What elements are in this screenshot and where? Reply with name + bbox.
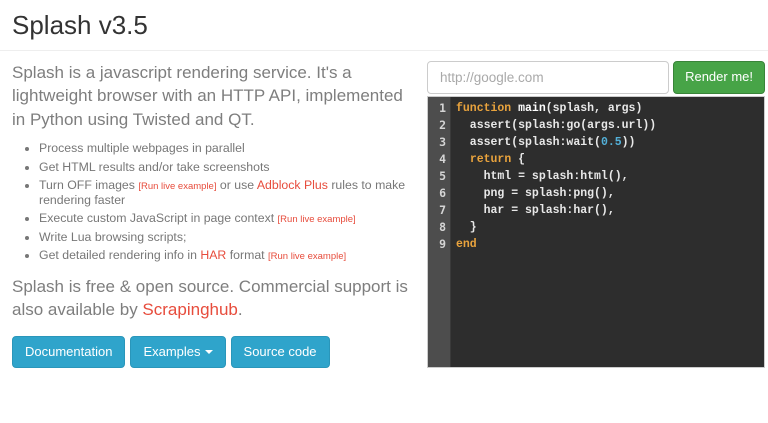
code-token-pl: {	[511, 153, 525, 166]
code-line[interactable]: html = splash:html(),	[456, 168, 764, 185]
text-span: .	[238, 300, 243, 319]
inline-link[interactable]: HAR	[200, 248, 226, 262]
action-buttons: Documentation Examples Source code	[12, 336, 415, 368]
documentation-button-label: Documentation	[25, 344, 112, 359]
intro-lead: Splash is a javascript rendering service…	[12, 61, 415, 131]
code-token-kw: function	[456, 102, 511, 115]
feature-list-item: Write Lua browsing scripts;	[39, 230, 415, 245]
line-number: 7	[431, 202, 446, 219]
code-token-pl: html = splash:html(),	[456, 170, 629, 183]
editor-code-area[interactable]: function main(splash, args) assert(splas…	[451, 97, 764, 367]
intro-column: Splash is a javascript rendering service…	[12, 61, 415, 368]
render-form: Render me!	[427, 61, 765, 94]
code-line[interactable]: png = splash:png(),	[456, 185, 764, 202]
feature-list: Process multiple webpages in parallel Get…	[12, 141, 415, 263]
code-line[interactable]: har = splash:har(),	[456, 202, 764, 219]
text-span: Process multiple webpages in parallel	[39, 141, 245, 155]
text-span: Write Lua browsing scripts;	[39, 230, 186, 244]
line-number: 2	[431, 117, 446, 134]
line-number: 8	[431, 219, 446, 236]
code-token-pl: png = splash:png(),	[456, 187, 615, 200]
render-button[interactable]: Render me!	[673, 61, 765, 94]
examples-dropdown-button[interactable]: Examples	[130, 336, 225, 368]
code-token-pl: assert(splash:wait(	[456, 136, 601, 149]
feature-list-item: Execute custom JavaScript in page contex…	[39, 211, 415, 226]
code-line[interactable]: }	[456, 219, 764, 236]
render-column: Render me! 123456789 function main(splas…	[427, 61, 765, 368]
code-token-pl: }	[456, 221, 477, 234]
code-line[interactable]: function main(splash, args)	[456, 100, 764, 117]
source-code-button-label: Source code	[244, 344, 317, 359]
feature-list-item: Process multiple webpages in parallel	[39, 141, 415, 156]
url-input[interactable]	[427, 61, 669, 94]
line-number: 9	[431, 236, 446, 253]
text-span: Execute custom JavaScript in page contex…	[39, 211, 278, 225]
code-token-pl	[456, 153, 470, 166]
run-live-example-link[interactable]: [Run live example]	[138, 181, 216, 192]
lua-code-editor[interactable]: 123456789 function main(splash, args) as…	[427, 96, 765, 368]
caret-down-icon	[205, 350, 213, 354]
code-token-num: 0.5	[601, 136, 622, 149]
main-columns: Splash is a javascript rendering service…	[12, 61, 765, 368]
text-span: format	[226, 248, 268, 262]
text-span: Turn OFF images	[39, 178, 138, 192]
code-line[interactable]: assert(splash:wait(0.5))	[456, 134, 764, 151]
code-token-kw: end	[456, 238, 477, 251]
line-number: 6	[431, 185, 446, 202]
run-live-example-link[interactable]: [Run live example]	[268, 251, 346, 262]
feature-list-item: Turn OFF images [Run live example] or us…	[39, 178, 415, 208]
feature-list-item: Get HTML results and/or take screenshots	[39, 160, 415, 175]
line-number: 1	[431, 100, 446, 117]
documentation-button[interactable]: Documentation	[12, 336, 125, 368]
code-token-pl: assert(splash:go(args.url))	[456, 119, 656, 132]
text-span: Get HTML results and/or take screenshots	[39, 160, 270, 174]
code-token-pl: ))	[622, 136, 636, 149]
line-number: 5	[431, 168, 446, 185]
run-live-example-link[interactable]: [Run live example]	[278, 214, 356, 225]
code-line[interactable]: end	[456, 236, 764, 253]
splash-landing-page: Splash v3.5 Splash is a javascript rende…	[0, 10, 768, 368]
render-button-label: Render me!	[685, 69, 753, 84]
text-span: Get detailed rendering info in	[39, 248, 200, 262]
text-span: or use	[216, 178, 256, 192]
code-line[interactable]: assert(splash:go(args.url))	[456, 117, 764, 134]
line-number: 4	[431, 151, 446, 168]
examples-button-label: Examples	[143, 344, 200, 359]
code-token-fn: main	[518, 102, 546, 115]
source-code-button[interactable]: Source code	[231, 336, 330, 368]
header-divider	[0, 50, 768, 51]
code-line[interactable]: return {	[456, 151, 764, 168]
line-number: 3	[431, 134, 446, 151]
page-title: Splash v3.5	[12, 10, 765, 41]
inline-link[interactable]: Adblock Plus	[257, 178, 328, 192]
editor-line-number-gutter: 123456789	[428, 97, 451, 367]
code-token-pl: har = splash:har(),	[456, 204, 615, 217]
open-source-lead: Splash is free & open source. Commercial…	[12, 275, 415, 322]
code-token-pl: (splash, args)	[546, 102, 643, 115]
code-token-kw: return	[470, 153, 511, 166]
feature-list-item: Get detailed rendering info in HAR forma…	[39, 248, 415, 263]
inline-link[interactable]: Scrapinghub	[142, 300, 237, 319]
